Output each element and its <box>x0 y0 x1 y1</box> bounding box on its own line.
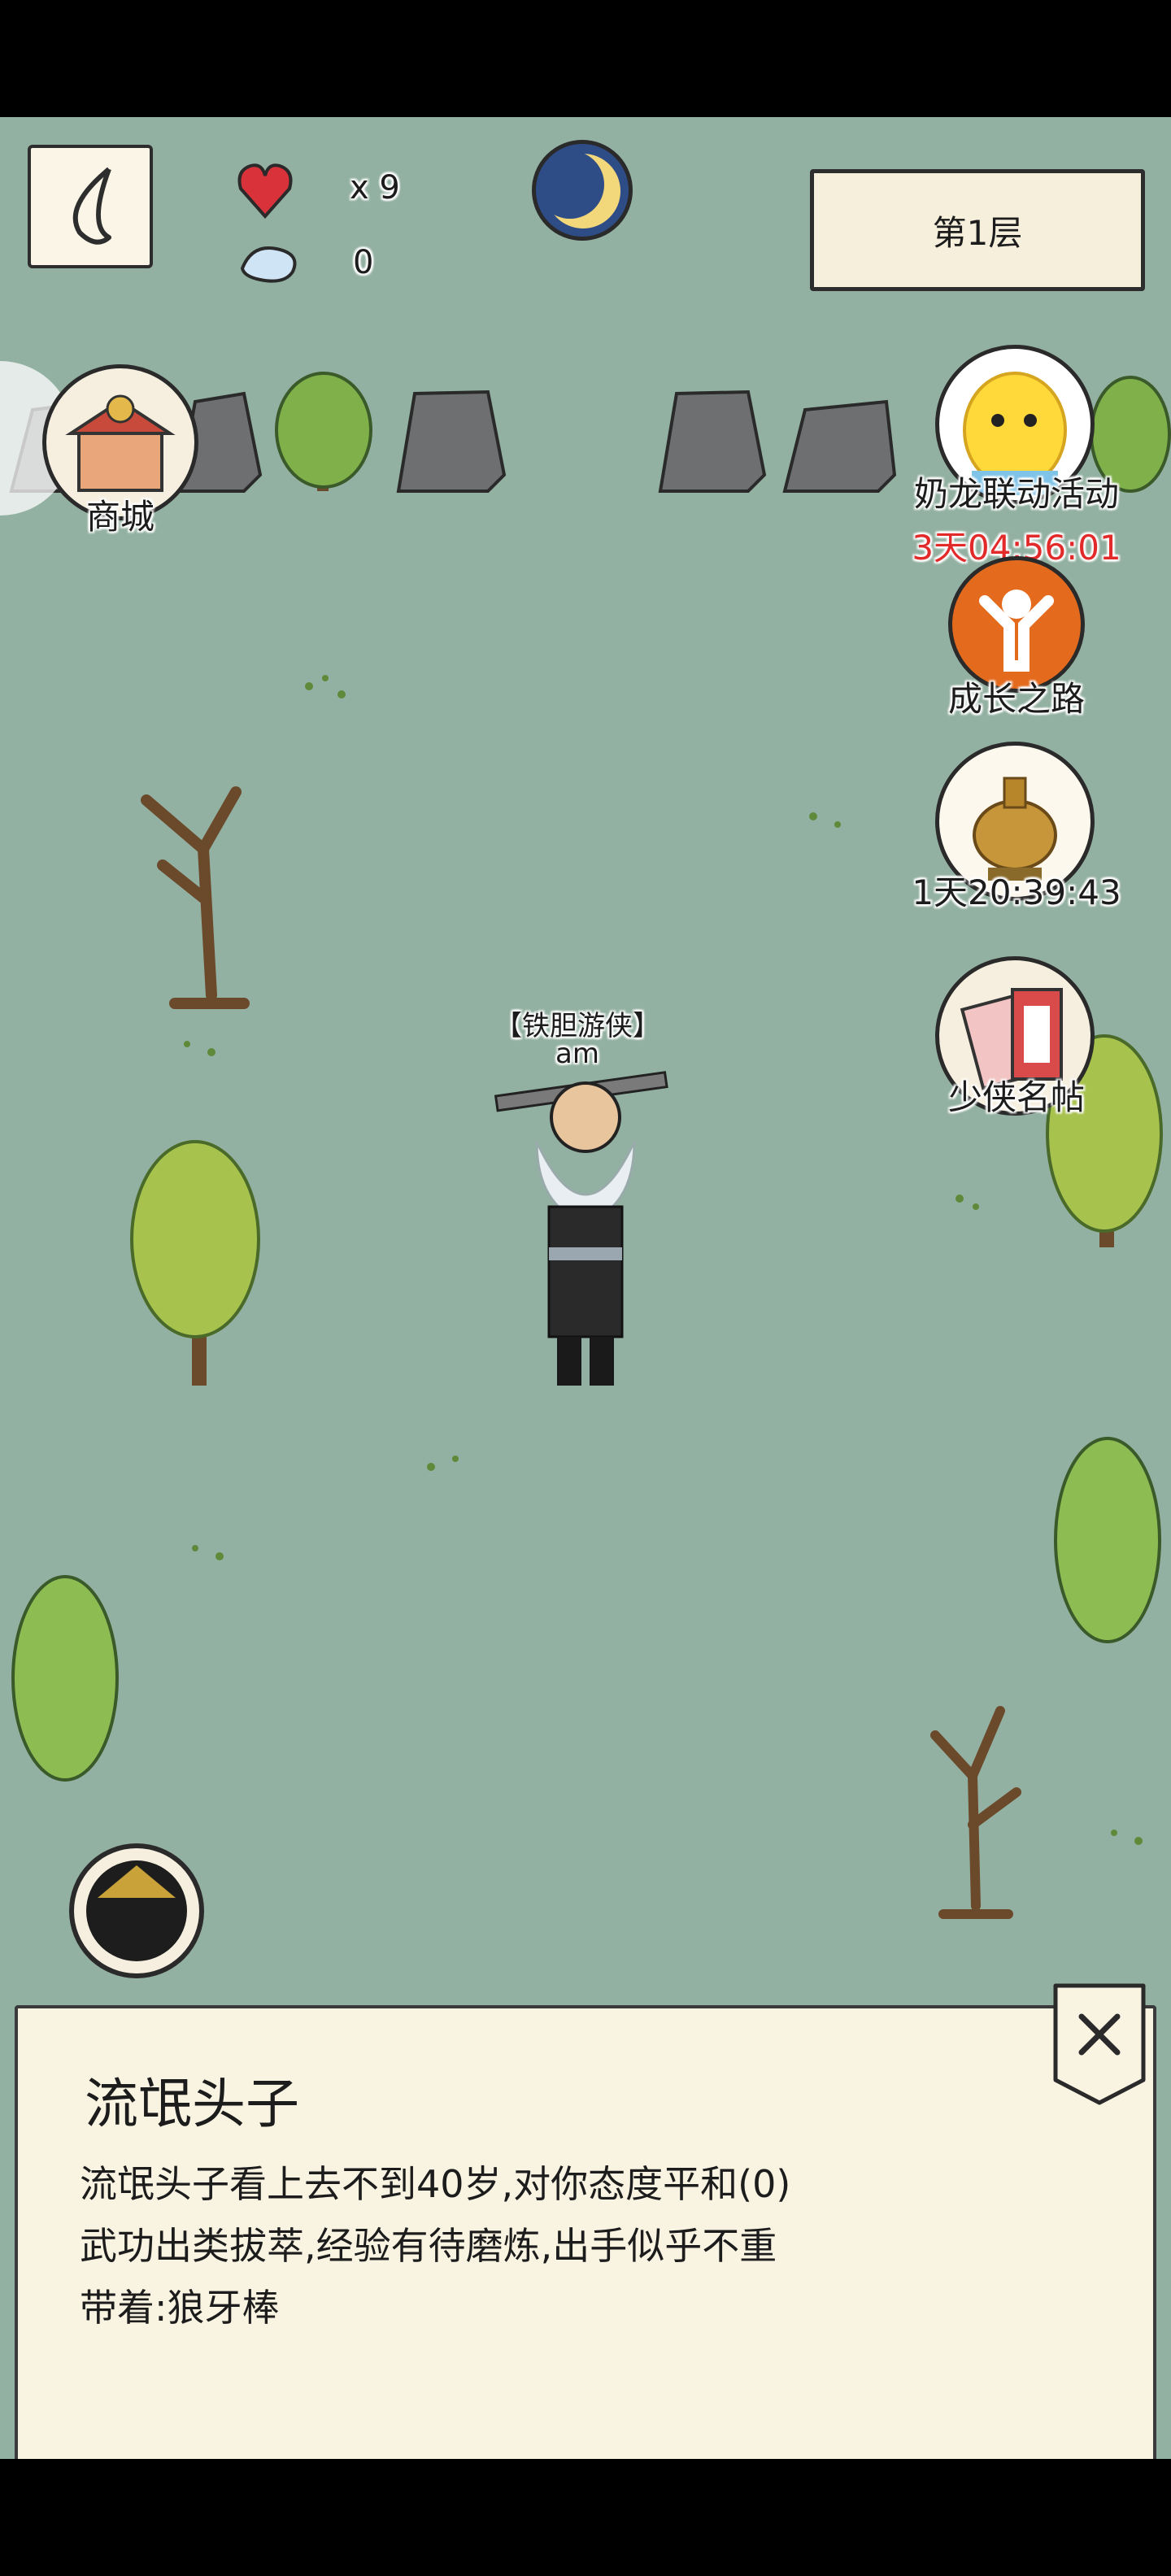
collab-event-label: 奶龙联动活动 <box>913 474 1119 514</box>
tree-icon <box>275 372 372 491</box>
dead-tree-icon <box>141 786 250 1009</box>
growth-path-label: 成长之路 <box>947 679 1085 719</box>
back-button[interactable] <box>28 145 153 268</box>
spirit-cloud-icon <box>240 246 297 283</box>
player-name: am <box>555 1038 599 1070</box>
player-character[interactable]: 【铁胆游侠】 am <box>480 1003 675 1442</box>
heart-icon <box>237 163 293 220</box>
close-button[interactable] <box>1051 1982 1148 2106</box>
tree-icon <box>130 1140 260 1386</box>
growth-figure-icon <box>979 590 1054 672</box>
hero-roster-label: 少侠名帖 <box>947 1077 1085 1117</box>
navigation-bar <box>0 2459 1171 2576</box>
npc-name: 流氓头子 <box>85 2073 299 2135</box>
status-bar <box>0 0 1171 117</box>
treasure-event-timer: 1天20:39:43 <box>912 872 1121 912</box>
npc-equipment-line: 带着:狼牙棒 <box>80 2286 280 2330</box>
close-icon <box>1053 1983 1146 2105</box>
floor-indicator: 第1层 <box>810 169 1145 291</box>
crescent-moon-icon[interactable] <box>532 140 633 241</box>
swordsman-sprite-icon <box>494 1071 668 1386</box>
spirit-count: 0 <box>353 244 374 281</box>
back-arrow-icon <box>72 167 111 245</box>
character-badge-icon <box>69 1843 204 1978</box>
npc-description-line: 流氓头子看上去不到40岁,对你态度平和(0) <box>80 2162 791 2206</box>
npc-description-line: 武功出类拔萃,经验有待磨炼,出手似乎不重 <box>80 2224 777 2268</box>
hearts-count: x 9 <box>350 169 400 207</box>
dead-tree-icon <box>930 1706 1021 1919</box>
shop-label: 商城 <box>85 497 155 537</box>
